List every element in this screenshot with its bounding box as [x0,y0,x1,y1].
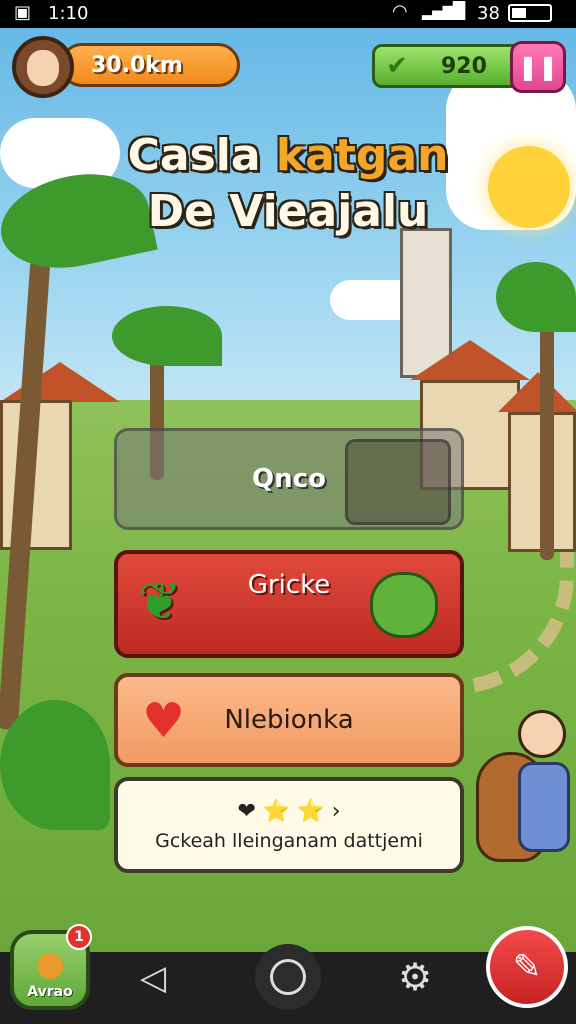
house-roof [498,372,576,412]
gear-icon[interactable]: ⚙ [398,955,432,999]
gricke-label: Gricke [247,570,331,600]
score-pill: ✔ 920 [372,44,532,88]
kid-character [518,710,574,860]
once-label: Qnco [252,464,326,494]
title-line-2: De Vieajalu [147,186,429,237]
player-avatar[interactable] [12,36,74,98]
notes-icon: ✎ [512,947,542,987]
distance-value: 30.0km [91,52,183,78]
once-button[interactable]: Qnco [114,428,464,530]
wifi-icon: ◠ [392,1,408,22]
distance-pill: 30.0km [60,43,240,87]
house-roof [0,362,120,402]
palm-trunk [540,320,554,560]
green-monster-icon [370,572,438,638]
game-title: Casla katgan De Vieajalu [0,128,576,240]
notification-badge: 1 [66,924,92,950]
battery-percent: 38 [477,3,500,24]
kid-head [518,710,566,758]
title-word-accent: katgan [275,130,449,181]
avatar-face [27,50,59,86]
item-slot [345,439,451,525]
rate-button[interactable]: ❤ ⭐ ⭐ › Gckeah lleinganam dattjemi [114,777,464,873]
palm-frond [496,262,576,332]
pause-icon: ❚❚ [517,53,559,81]
leaf-icon: ❦ [138,572,182,632]
home-button[interactable] [255,944,321,1010]
check-icon: ✔ [386,51,408,81]
heart-button[interactable]: ♥ Nlebionka [114,673,464,767]
bag-icon: ● [35,944,65,984]
back-triangle-icon[interactable]: ◁ [140,958,166,998]
heart-icon: ♥ [142,693,186,749]
image-icon: ▣ [14,2,32,23]
palm-frond [112,306,222,366]
notes-button[interactable]: ✎ [486,926,568,1008]
heart-label: Nlebionka [224,705,354,735]
title-word: Casla [127,130,261,181]
status-time: 1:10 [48,3,89,24]
rate-label: Gckeah lleinganam dattjemi [155,829,423,852]
home-circle-icon [270,959,306,995]
rating-stars-icon: ❤ ⭐ ⭐ › [237,798,341,824]
status-bar: 1:10 ▣ ◠ ▂▄▆█ 38 [0,0,576,28]
title-line-1: Casla katgan [0,128,576,184]
kid-body [518,762,570,852]
signal-icon: ▂▄▆█ [422,1,465,20]
score-value: 920 [441,53,487,79]
gricke-button[interactable]: ❦ Gricke [114,550,464,658]
bush [0,700,110,830]
pause-button[interactable]: ❚❚ [510,41,566,93]
battery-icon [508,4,552,22]
bag-label: Avrao [27,984,73,1000]
